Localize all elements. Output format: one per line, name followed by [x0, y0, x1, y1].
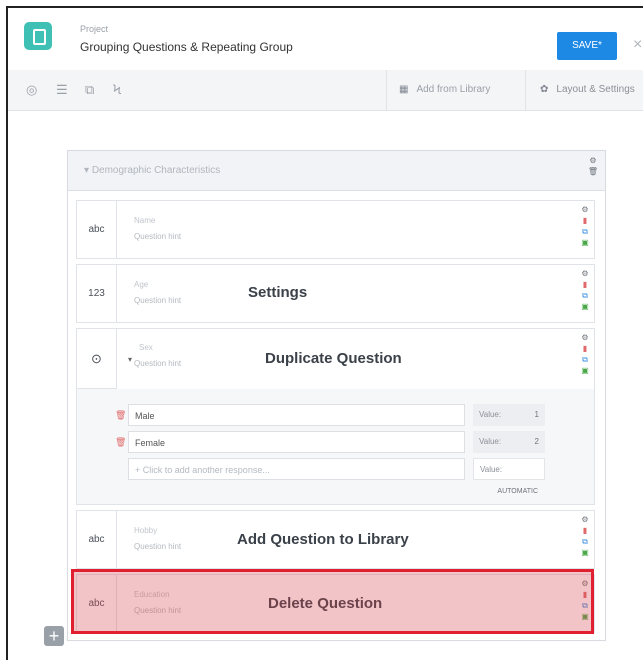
list-icon[interactable]: ☰: [56, 82, 68, 98]
question-name[interactable]: Age: [134, 280, 148, 289]
question-type: abc: [77, 201, 117, 258]
duplicate-icon[interactable]: ⧉: [578, 226, 592, 237]
question-hint[interactable]: Question hint: [134, 542, 181, 551]
group-title[interactable]: ▾ Demographic Characteristics: [84, 165, 220, 176]
question-type-label: 123: [88, 288, 105, 299]
save-button[interactable]: SAVE*: [557, 32, 617, 60]
duplicate-question-callout: Duplicate Question: [265, 350, 402, 367]
close-icon[interactable]: ×: [633, 36, 642, 54]
trash-icon[interactable]: ▮: [578, 215, 592, 226]
layout-settings-label: Layout & Settings: [556, 84, 635, 95]
question-actions: ⚙ ▮ ⧉ ▣: [578, 268, 592, 312]
value-number: 1: [534, 410, 539, 419]
question-type-label: abc: [88, 534, 105, 545]
value-label: Value:: [479, 410, 502, 419]
question-actions: ⚙ ▮ ⧉ ▣: [578, 204, 592, 248]
gear-icon[interactable]: ⚙: [578, 332, 592, 343]
response-value[interactable]: Value: 1: [473, 404, 545, 426]
question-name[interactable]: Name: [134, 216, 155, 225]
question-type: abc: [77, 511, 117, 568]
app-window: Project Grouping Questions & Repeating G…: [6, 6, 643, 660]
add-to-library-icon[interactable]: ▣: [578, 301, 592, 312]
question-hint[interactable]: Question hint: [134, 359, 181, 368]
question-hint[interactable]: Question hint: [134, 232, 181, 241]
library-icon: ▦: [399, 84, 409, 95]
question-type: 123: [77, 265, 117, 322]
project-label: Project: [80, 24, 109, 34]
top-bar: Project Grouping Questions & Repeating G…: [8, 8, 643, 71]
question-name[interactable]: Sex: [139, 343, 153, 352]
add-to-library-callout: Add Question to Library: [237, 531, 409, 548]
group-header[interactable]: ▾ Demographic Characteristics ⚙ 🗑: [68, 151, 605, 191]
copy-icon[interactable]: ⧉: [85, 82, 94, 98]
value-number: 2: [534, 437, 539, 446]
responses-panel: 🗑 Male Value: 1 🗑 Female Value: 2 + Click …: [77, 389, 594, 504]
add-from-library-label: Add from Library: [416, 84, 491, 95]
question-row[interactable]: ⊙ Sex ▾ Question hint Duplicate Question…: [76, 328, 595, 505]
gear-icon[interactable]: ⚙: [578, 514, 592, 525]
question-name[interactable]: Hobby: [134, 526, 157, 535]
duplicate-icon[interactable]: ⧉: [578, 290, 592, 301]
value-label: Value:: [479, 437, 502, 446]
gear-icon: ✿: [540, 84, 549, 95]
question-hint[interactable]: Question hint: [134, 296, 181, 305]
group-actions: ⚙ 🗑: [586, 155, 600, 177]
group-title-text: Demographic Characteristics: [91, 165, 221, 176]
delete-question-highlight: [71, 569, 594, 634]
caret-down-icon[interactable]: ▾: [128, 355, 132, 364]
logic-icon[interactable]: Ϟ: [113, 82, 121, 97]
settings-callout: Settings: [248, 284, 308, 301]
preview-eye-icon[interactable]: ◎: [26, 82, 37, 98]
question-group: ▾ Demographic Characteristics ⚙ 🗑 abc Na…: [67, 150, 606, 641]
add-to-library-icon[interactable]: ▣: [578, 547, 592, 558]
response-option[interactable]: Male: [128, 404, 465, 426]
trash-icon[interactable]: 🗑: [115, 437, 126, 448]
trash-icon[interactable]: ▮: [578, 525, 592, 536]
add-question-button[interactable]: +: [44, 626, 64, 646]
gear-icon[interactable]: ⚙: [578, 204, 592, 215]
value-label: Value:: [480, 465, 503, 474]
question-row[interactable]: abc Hobby Question hint Add Question to …: [76, 510, 595, 569]
question-type-label: abc: [88, 224, 105, 235]
trash-icon[interactable]: 🗑: [115, 410, 126, 421]
add-response-input[interactable]: + Click to add another response...: [128, 458, 465, 480]
value-automatic: AUTOMATIC: [497, 488, 538, 495]
toolbar: ◎ ☰ ⧉ Ϟ ▦ Add from Library ✿ Layout & Sett…: [8, 70, 643, 111]
trash-icon[interactable]: ▮: [578, 279, 592, 290]
response-option[interactable]: Female: [128, 431, 465, 453]
layout-settings-button[interactable]: ✿ Layout & Settings: [525, 70, 635, 110]
app-logo-icon[interactable]: [24, 22, 52, 50]
question-row[interactable]: 123 Age Question hint Settings ⚙ ▮ ⧉ ▣: [76, 264, 595, 323]
trash-icon[interactable]: ▮: [578, 343, 592, 354]
project-title[interactable]: Grouping Questions & Repeating Group: [80, 40, 293, 54]
add-to-library-icon[interactable]: ▣: [578, 237, 592, 248]
duplicate-icon[interactable]: ⧉: [578, 536, 592, 547]
radio-icon: ⊙: [91, 351, 102, 366]
add-to-library-icon[interactable]: ▣: [578, 365, 592, 376]
trash-icon[interactable]: 🗑: [586, 166, 600, 177]
gear-icon[interactable]: ⚙: [578, 268, 592, 279]
question-actions: ⚙ ▮ ⧉ ▣: [578, 332, 592, 376]
duplicate-icon[interactable]: ⧉: [578, 354, 592, 365]
question-actions: ⚙ ▮ ⧉ ▣: [578, 514, 592, 558]
question-type: ⊙: [77, 329, 117, 389]
response-value[interactable]: Value: 2: [473, 431, 545, 453]
response-value[interactable]: Value: AUTOMATIC: [473, 458, 545, 495]
question-row[interactable]: abc Name Question hint ⚙ ▮ ⧉ ▣: [76, 200, 595, 259]
gear-icon[interactable]: ⚙: [586, 155, 600, 166]
add-from-library-button[interactable]: ▦ Add from Library: [386, 70, 504, 110]
caret-down-icon[interactable]: ▾: [84, 165, 92, 176]
